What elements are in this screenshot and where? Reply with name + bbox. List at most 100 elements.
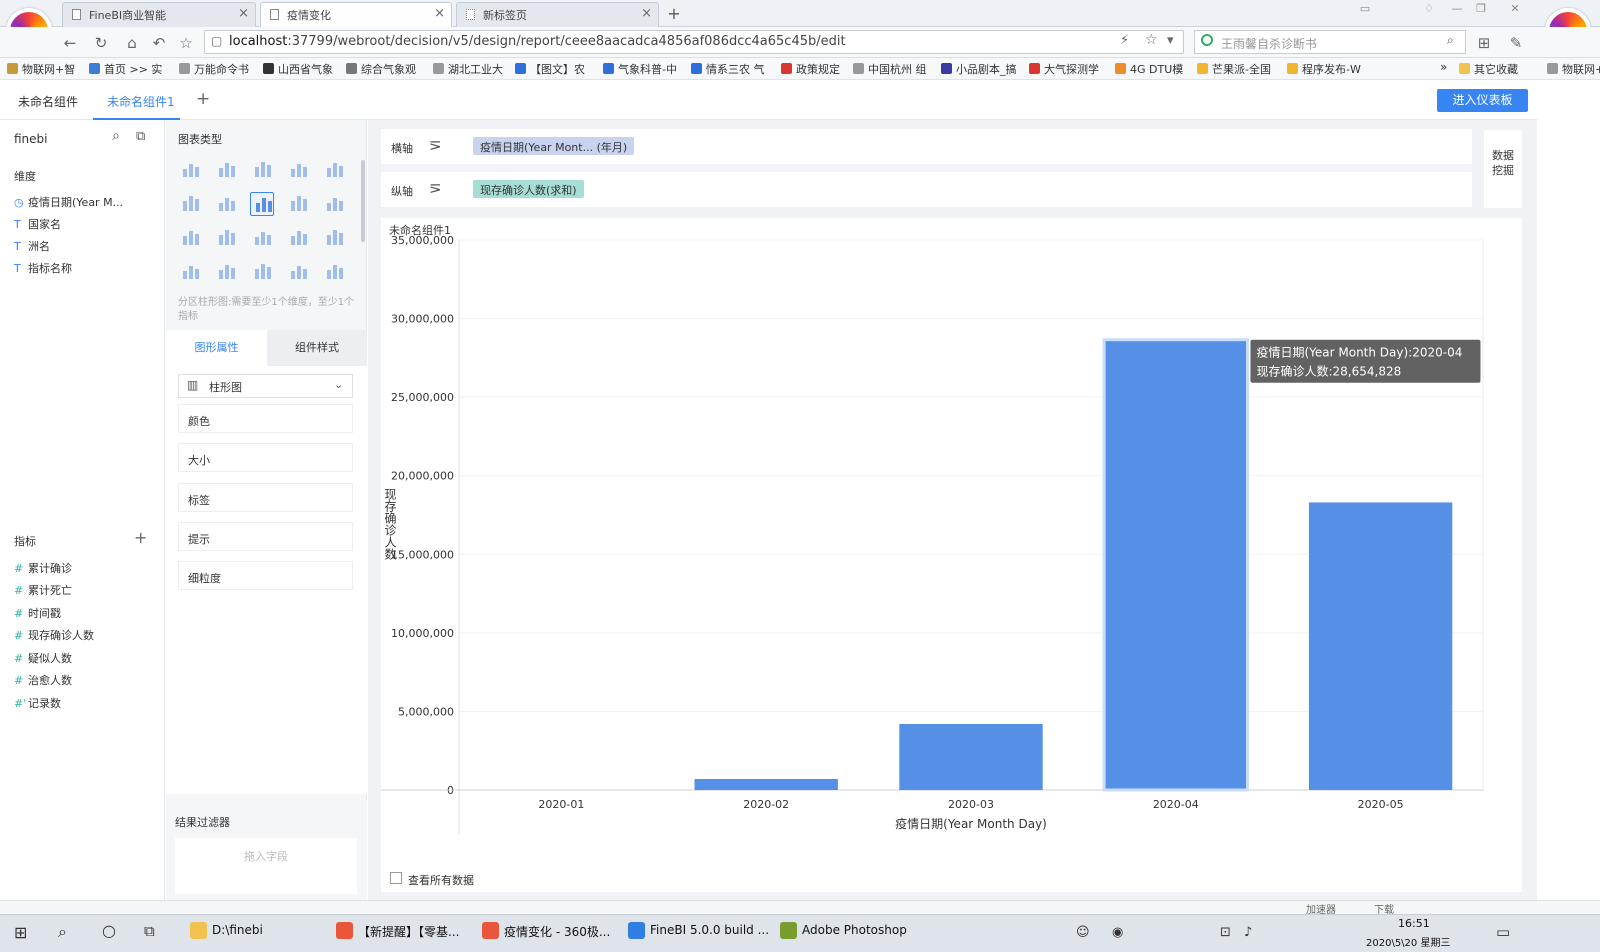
scatter-icon[interactable]: [250, 260, 274, 284]
metric-item[interactable]: # 治愈人数: [14, 672, 72, 688]
new-tab-button[interactable]: +: [663, 4, 685, 26]
metric-item[interactable]: # 现存确诊人数: [14, 627, 94, 643]
scatter-bar-icon[interactable]: [214, 226, 238, 250]
bookmark-item[interactable]: 山西省气象: [262, 61, 333, 77]
windows-start-icon[interactable]: ⊞: [14, 923, 27, 942]
filter-drop-zone[interactable]: 拖入字段: [175, 838, 357, 894]
dimension-item[interactable]: T 国家名: [14, 216, 61, 232]
search-icon[interactable]: ⌕: [1447, 33, 1454, 48]
metric-item[interactable]: # 时间戳: [14, 605, 61, 621]
clock-date[interactable]: 2020\5\20 星期三: [1366, 934, 1450, 949]
bookmarks-more-icon[interactable]: »: [1440, 60, 1447, 74]
dimension-item[interactable]: ◷ 疫情日期(Year M...: [14, 194, 123, 210]
area-icon[interactable]: [178, 260, 202, 284]
prop-tooltip[interactable]: 提示: [178, 522, 353, 551]
tray-app-icon[interactable]: ◉: [1112, 925, 1123, 940]
browser-tab-finebi[interactable]: FineBI商业智能 ×: [62, 2, 256, 27]
maximize-icon[interactable]: ❐: [1470, 2, 1492, 18]
search-input[interactable]: 王雨馨自杀诊断书 ⌕: [1194, 30, 1466, 54]
axis-type-icon[interactable]: ⋝: [429, 179, 442, 197]
bar-icon[interactable]: [322, 192, 346, 216]
tab-component-1[interactable]: 未命名组件1: [107, 93, 175, 110]
search-icon[interactable]: ⌕: [58, 922, 67, 942]
kpi-icon[interactable]: [286, 158, 310, 182]
switch-view-icon[interactable]: ⧉: [136, 129, 145, 144]
undo-icon[interactable]: ↶: [149, 33, 169, 53]
bookmark-item[interactable]: 政策规定: [780, 61, 840, 77]
lightning-icon[interactable]: ⚡: [1120, 33, 1129, 48]
clock-time[interactable]: 16:51: [1398, 917, 1430, 930]
address-bar[interactable]: ▢ localhost:37799/webroot/decision/v5/de…: [204, 30, 1184, 54]
enter-dashboard-button[interactable]: 进入仪表板: [1437, 89, 1528, 112]
bookmark-item[interactable]: 4G DTU模: [1114, 61, 1183, 77]
radar-icon[interactable]: [322, 226, 346, 250]
minimize-icon[interactable]: —: [1446, 2, 1468, 18]
home-icon[interactable]: ⌂: [122, 33, 142, 53]
view-all-checkbox[interactable]: [390, 872, 402, 884]
tab-component-0[interactable]: 未命名组件: [18, 93, 78, 110]
taskbar-item-finebi[interactable]: FineBI 5.0.0 build ...: [628, 922, 769, 939]
bookmark-item[interactable]: 物联网+智: [6, 61, 75, 77]
bookmark-item[interactable]: 情系三农 气: [690, 61, 765, 77]
grouped-table-icon[interactable]: [214, 158, 238, 182]
chart-type-select[interactable]: ▥ 柱形图 ⌄: [178, 374, 353, 398]
x-axis-shelf[interactable]: 横轴 ⋝ 疫情日期(Year Mont... (年月): [381, 129, 1472, 164]
tools-icon[interactable]: ✎: [1506, 33, 1526, 53]
partition-bar-icon[interactable]: [250, 192, 274, 216]
metric-item[interactable]: # 疑似人数: [14, 650, 72, 666]
network-icon[interactable]: ⊡: [1220, 925, 1231, 940]
bookmark-item[interactable]: 综合气象观: [345, 61, 416, 77]
prop-color[interactable]: 颜色: [178, 404, 353, 433]
bookmark-item[interactable]: 中国杭州 组: [852, 61, 927, 77]
close-icon[interactable]: ×: [238, 6, 249, 21]
skin-icon[interactable]: ♢: [1418, 2, 1440, 18]
browser-tab-epidemic[interactable]: 疫情变化 ×: [260, 2, 452, 27]
bookmark-folder[interactable]: 其它收藏: [1458, 61, 1518, 77]
line-area-icon[interactable]: [286, 226, 310, 250]
bookmark-item[interactable]: 湖北工业大: [432, 61, 503, 77]
view-all-label[interactable]: 查看所有数据: [408, 872, 474, 888]
bookmark-item[interactable]: 芒果派-全国: [1196, 61, 1271, 77]
notification-icon[interactable]: ▭: [1496, 923, 1510, 941]
multi-bar-icon[interactable]: [178, 192, 202, 216]
sidebar-toggle-icon[interactable]: ▭: [1354, 2, 1376, 18]
cross-table-icon[interactable]: [250, 158, 274, 182]
extensions-icon[interactable]: ⊞: [1474, 33, 1494, 53]
scrollbar[interactable]: [361, 160, 365, 242]
bookmark-item[interactable]: 大气探测学: [1028, 61, 1099, 77]
bookmark-item[interactable]: 【图文】农: [514, 61, 585, 77]
x-field-pill[interactable]: 疫情日期(Year Mont... (年月): [473, 137, 635, 155]
y-field-pill[interactable]: 现存确诊人数(求和): [473, 180, 584, 198]
bookmark-item[interactable]: 气象科普-中: [602, 61, 677, 77]
back-icon[interactable]: ←: [60, 33, 80, 53]
star-icon[interactable]: ☆: [176, 33, 196, 53]
search-icon[interactable]: ⌕: [112, 128, 120, 144]
column-icon[interactable]: [214, 260, 238, 284]
volume-icon[interactable]: ♪: [1244, 925, 1252, 940]
prop-granularity[interactable]: 细粒度: [178, 561, 353, 590]
prop-size[interactable]: 大小: [178, 443, 353, 472]
taskbar-item-browser-active[interactable]: 疫情变化 - 360极...: [482, 922, 610, 940]
detail-table-icon[interactable]: [322, 158, 346, 182]
bookmark-item[interactable]: 物联网+: [1546, 61, 1600, 77]
taskbar-item-browser[interactable]: 【新提醒】【零基...: [336, 922, 459, 940]
metric-item[interactable]: # 累计确诊: [14, 560, 72, 576]
cortana-icon[interactable]: ○: [102, 921, 116, 940]
bubble-icon[interactable]: [286, 260, 310, 284]
pie-icon[interactable]: [322, 260, 346, 284]
browser-tab-newtab[interactable]: 新标签页 ×: [456, 2, 659, 27]
bookmark-item[interactable]: 首页 >> 实: [88, 61, 162, 77]
people-icon[interactable]: ☺: [1076, 925, 1090, 940]
task-view-icon[interactable]: ⧉: [144, 922, 155, 940]
line-icon[interactable]: [250, 226, 274, 250]
bookmark-item[interactable]: 小品剧本_搞: [940, 61, 1017, 77]
dimension-item[interactable]: T 指标名称: [14, 260, 72, 276]
metric-item[interactable]: # 累计死亡: [14, 582, 72, 598]
dropdown-icon[interactable]: ▾: [1167, 33, 1174, 48]
add-metric-button[interactable]: +: [134, 528, 147, 547]
bookmark-item[interactable]: 万能命令书: [178, 61, 249, 77]
table-icon[interactable]: [178, 158, 202, 182]
stacked-bar-icon[interactable]: [286, 192, 310, 216]
dimension-item[interactable]: T 洲名: [14, 238, 50, 254]
close-window-icon[interactable]: ✕: [1504, 2, 1526, 18]
